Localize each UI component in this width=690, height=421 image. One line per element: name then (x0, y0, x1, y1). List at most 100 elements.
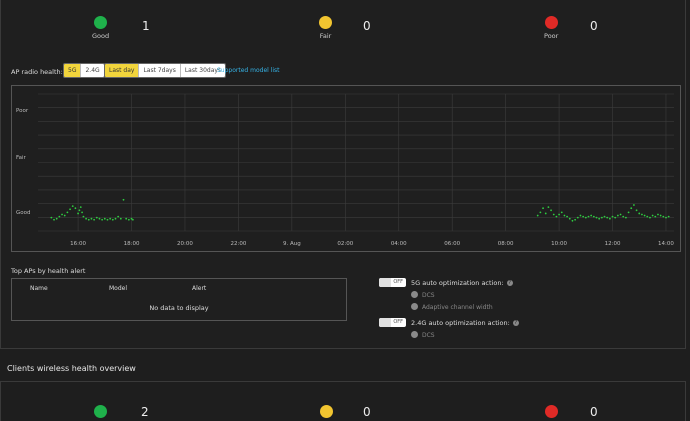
data-point (90, 217, 93, 220)
toggle-knob (379, 318, 391, 327)
data-point (98, 217, 101, 220)
data-point (619, 213, 622, 216)
x-tick-label: 10:00 (551, 241, 567, 247)
status-fair: Fair (319, 16, 332, 40)
data-point (114, 217, 117, 220)
data-point (61, 213, 63, 216)
opt5g-adaptive-width-radio[interactable] (411, 303, 418, 310)
clients-health-panel: 2 0 0 (0, 381, 686, 421)
data-point (563, 214, 566, 217)
data-point (71, 205, 74, 207)
opt5g-toggle[interactable]: OFF (379, 278, 406, 287)
supported-model-list-link[interactable]: Supported model list (217, 67, 280, 74)
data-point (595, 216, 598, 219)
clients-health-heading: Clients wireless health overview (7, 364, 136, 373)
data-point (627, 211, 630, 214)
opt24g-dcs-label: DCS (422, 332, 435, 339)
data-point (584, 216, 587, 219)
status-good-count: 1 (142, 19, 150, 33)
data-point (55, 217, 58, 220)
x-tick-label: 18:00 (124, 241, 140, 247)
data-point (109, 217, 112, 220)
data-point (552, 213, 555, 216)
range-last-day-button[interactable]: Last day (105, 64, 140, 77)
x-tick-label: 16:00 (70, 241, 86, 247)
data-point (579, 214, 582, 217)
x-tick-label: 06:00 (444, 241, 460, 247)
info-icon[interactable]: ? (506, 280, 513, 286)
data-point (598, 217, 601, 220)
data-point (558, 213, 560, 216)
opt5g-title-row: 5G auto optimization action:? (411, 279, 513, 287)
data-point (662, 215, 665, 218)
top-aps-table: Name Model Alert No data to display (11, 278, 347, 321)
status-good: Good (92, 16, 109, 40)
y-category-label: Poor (16, 108, 29, 114)
fair-indicator-icon (319, 16, 332, 29)
data-point (78, 209, 81, 212)
range-last-7days-button[interactable]: Last 7days (139, 64, 181, 77)
x-tick-label: 22:00 (230, 241, 246, 247)
x-tick-label: 08:00 (498, 241, 514, 247)
good-indicator-icon (94, 16, 108, 29)
data-point (624, 216, 627, 219)
data-point (66, 211, 69, 214)
data-point (616, 214, 619, 217)
data-point (69, 208, 71, 211)
radio-health-label: AP radio health: (11, 68, 63, 76)
column-alert-header: Alert (192, 285, 207, 292)
data-point (127, 218, 130, 221)
status-fair-count: 0 (363, 19, 371, 33)
data-point (635, 209, 638, 212)
clients-fair-count: 0 (363, 405, 371, 419)
data-point (600, 216, 603, 219)
opt5g-dcs-label: DCS (422, 292, 435, 299)
data-point (611, 215, 614, 218)
y-category-label: Fair (16, 155, 27, 161)
x-tick-label: 14:00 (658, 241, 674, 247)
band-5g-button[interactable]: 5G (64, 64, 82, 77)
data-point (614, 216, 617, 219)
data-point (50, 216, 53, 219)
data-point (58, 215, 61, 218)
fair-indicator-icon (320, 405, 333, 418)
data-point (592, 215, 595, 218)
data-point (643, 214, 646, 217)
opt5g-toggle-label: OFF (393, 279, 403, 285)
range-selector: Last day Last 7days Last 30days (104, 63, 227, 78)
column-name-header: Name (30, 285, 48, 292)
data-point (82, 215, 85, 218)
info-icon[interactable]: ? (512, 320, 519, 326)
opt24g-dcs-radio[interactable] (411, 331, 418, 338)
data-point (654, 215, 657, 218)
data-point (649, 216, 651, 219)
x-tick-label: 02:00 (337, 241, 353, 247)
poor-indicator-icon (545, 405, 558, 418)
band-24g-button[interactable]: 2.4G (81, 64, 104, 77)
data-point (77, 212, 79, 215)
opt24g-title: 2.4G auto optimization action: (411, 319, 510, 327)
data-point (568, 217, 571, 220)
data-point (93, 218, 96, 221)
data-point (131, 218, 134, 221)
data-point (641, 213, 643, 216)
data-point (633, 204, 635, 206)
data-point (119, 217, 122, 220)
data-point (95, 216, 98, 219)
opt24g-toggle[interactable]: OFF (379, 318, 406, 327)
data-point (606, 216, 609, 219)
good-indicator-icon (94, 405, 107, 418)
data-point (85, 217, 88, 220)
data-point (79, 206, 82, 209)
band-selector: 5G 2.4G (63, 63, 105, 78)
data-point (122, 198, 125, 201)
data-point (63, 214, 66, 217)
y-category-label: Good (16, 210, 30, 216)
data-point (544, 212, 547, 215)
no-data-message: No data to display (149, 304, 209, 312)
data-point (547, 206, 550, 209)
radio-health-chart-svg: 16:00 18:00 20:00 22:00 9. Aug 02:00 04:00 06:0… (16, 93, 674, 247)
opt5g-dcs-radio[interactable] (411, 291, 418, 298)
data-point (622, 215, 625, 218)
data-point (630, 207, 633, 210)
